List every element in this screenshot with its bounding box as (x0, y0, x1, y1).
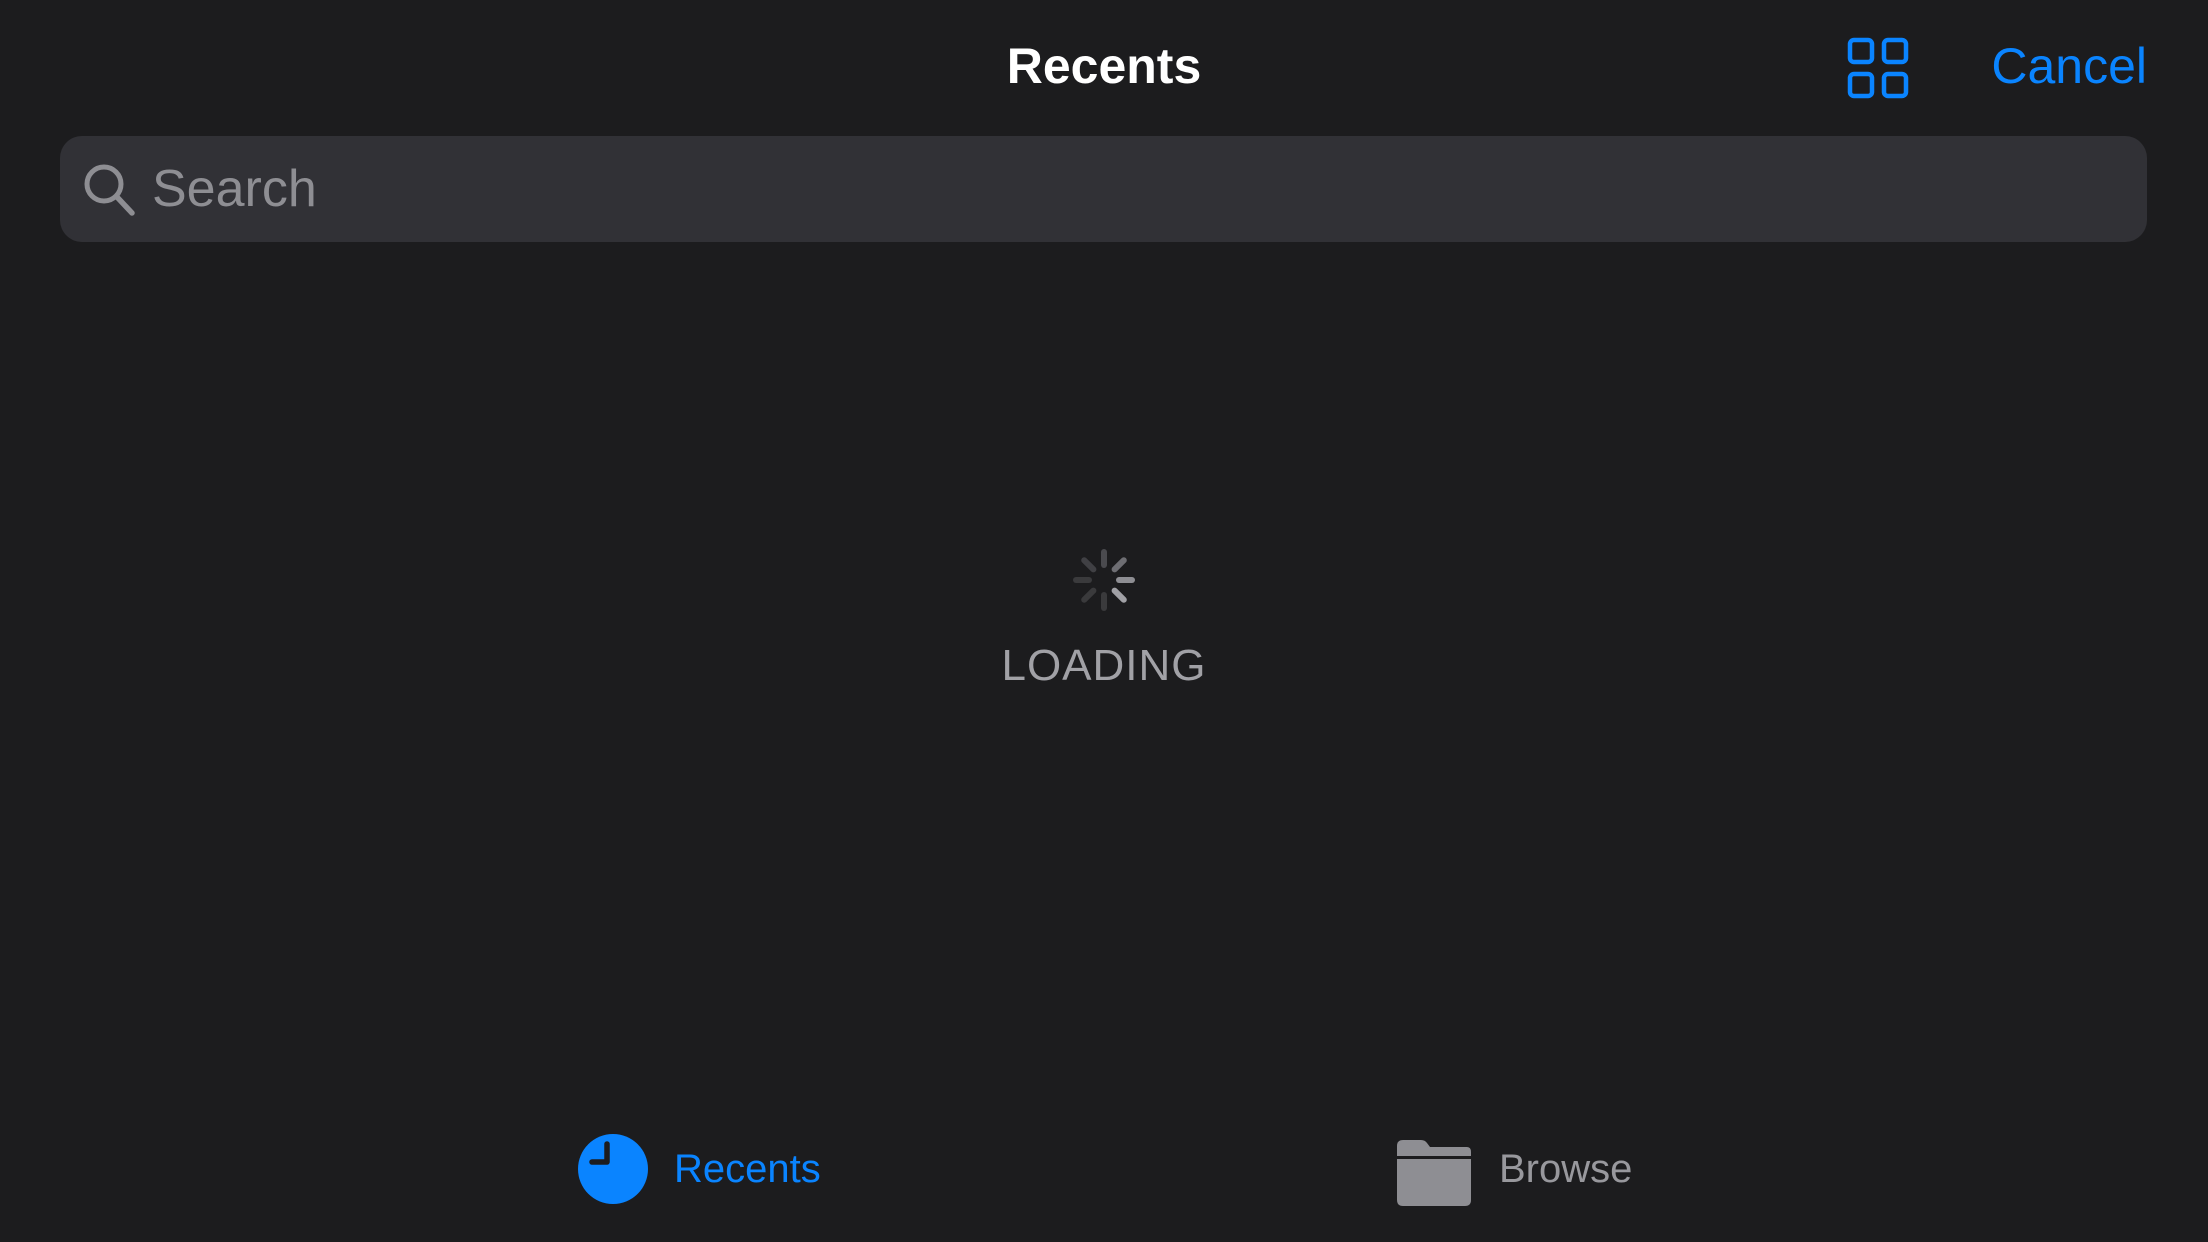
search-bar[interactable] (60, 136, 2147, 242)
activity-spinner-icon (1073, 549, 1135, 611)
folder-icon (1397, 1140, 1471, 1206)
search-input[interactable] (152, 136, 2112, 242)
loading-label: LOADING (1001, 641, 1207, 690)
tab-browse-label: Browse (1499, 1146, 1633, 1191)
grid-view-button[interactable] (1846, 36, 1910, 100)
tab-recents[interactable]: Recents (574, 1130, 821, 1208)
search-icon (84, 164, 135, 216)
tab-browse[interactable]: Browse (1395, 1130, 1632, 1208)
clock-icon (578, 1134, 648, 1204)
grid-view-icon (1847, 37, 1909, 99)
tab-recents-label: Recents (674, 1146, 821, 1191)
file-picker-screen: Recents Cancel LOADING (0, 0, 2208, 1242)
cancel-button[interactable]: Cancel (1991, 30, 2147, 102)
